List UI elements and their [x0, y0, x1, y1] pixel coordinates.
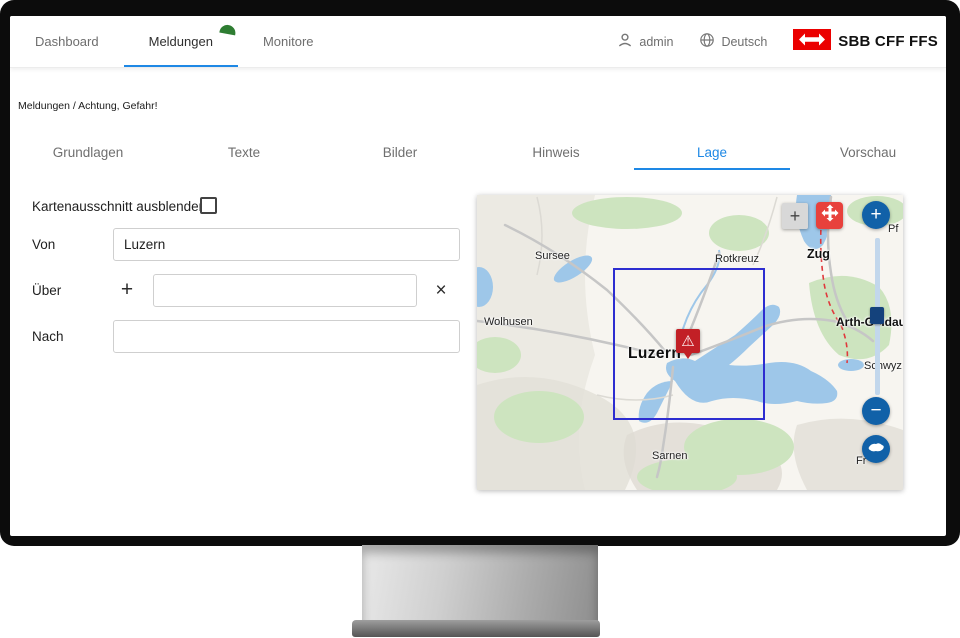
map-canvas[interactable]: Sursee Rotkreuz Zug Wolhusen Luzern Arth… — [477, 195, 903, 490]
app-window: Dashboard Meldungen Monitore — [10, 16, 946, 536]
zoom-in-button[interactable]: + — [862, 201, 890, 229]
tab-bilder[interactable]: Bilder — [322, 136, 478, 170]
map-label-sursee: Sursee — [535, 250, 570, 262]
reset-view-switzerland-button[interactable] — [862, 435, 890, 463]
map-label-pf: Pf — [888, 223, 898, 235]
language-menu[interactable]: Deutsch — [699, 32, 767, 51]
zoom-out-button[interactable]: − — [862, 397, 890, 425]
monitor-stand-base — [352, 620, 600, 637]
sbb-logo: SBB CFF FFS — [793, 29, 938, 55]
brand-text: SBB CFF FFS — [838, 33, 938, 50]
ueber-label: Über — [32, 283, 61, 298]
clear-via-button[interactable]: × — [429, 279, 453, 303]
tab-bar: Grundlagen Texte Bilder Hinweis Lage Vor… — [10, 136, 946, 170]
tab-lage[interactable]: Lage — [634, 136, 790, 170]
move-arrows-icon — [821, 204, 839, 227]
nach-input[interactable] — [113, 320, 460, 353]
nav-right: admin Deutsch — [617, 16, 946, 67]
hide-map-label: Kartenausschnitt ausblenden — [32, 199, 206, 214]
tab-vorschau[interactable]: Vorschau — [790, 136, 946, 170]
danger-marker-icon[interactable]: ⚠ — [676, 329, 700, 353]
map-label-wolhusen: Wolhusen — [484, 316, 533, 328]
von-label: Von — [32, 237, 55, 252]
map-label-rotkreuz: Rotkreuz — [715, 253, 759, 265]
monitor-stand — [362, 545, 598, 623]
switzerland-icon — [867, 438, 885, 460]
tab-texte[interactable]: Texte — [166, 136, 322, 170]
von-input[interactable] — [113, 228, 460, 261]
zoom-slider-handle[interactable] — [870, 307, 884, 324]
map-pan-tool-button[interactable] — [816, 202, 843, 229]
map-label-schwyz: Schwyz — [864, 360, 902, 372]
nav-item-monitore[interactable]: Monitore — [238, 16, 339, 67]
user-icon — [617, 32, 633, 51]
nav-item-dashboard[interactable]: Dashboard — [10, 16, 124, 67]
user-menu[interactable]: admin — [617, 32, 673, 51]
tab-hinweis[interactable]: Hinweis — [478, 136, 634, 170]
tab-grundlagen[interactable]: Grundlagen — [10, 136, 166, 170]
nav-item-meldungen[interactable]: Meldungen — [124, 16, 238, 67]
sbb-arrow-icon — [793, 29, 831, 55]
top-nav: Dashboard Meldungen Monitore — [10, 16, 946, 68]
monitor-bezel: Dashboard Meldungen Monitore — [0, 0, 960, 546]
globe-icon — [699, 32, 715, 51]
page: Dashboard Meldungen Monitore — [0, 0, 960, 638]
nav-item-label: Monitore — [263, 34, 314, 49]
breadcrumb[interactable]: Meldungen / Achtung, Gefahr! — [18, 100, 158, 112]
nav-item-label: Meldungen — [149, 34, 213, 49]
ueber-input[interactable] — [153, 274, 417, 307]
language-label: Deutsch — [721, 35, 767, 49]
map-label-sarnen: Sarnen — [652, 450, 687, 462]
hide-map-checkbox[interactable] — [200, 197, 217, 214]
nach-label: Nach — [32, 329, 64, 344]
meldungen-indicator-icon — [219, 24, 236, 36]
map-plus-tool-button[interactable]: + — [782, 203, 808, 229]
add-via-button[interactable]: + — [115, 278, 139, 302]
user-name: admin — [639, 35, 673, 49]
nav-item-label: Dashboard — [35, 34, 99, 49]
map-label-zug: Zug — [807, 247, 830, 261]
